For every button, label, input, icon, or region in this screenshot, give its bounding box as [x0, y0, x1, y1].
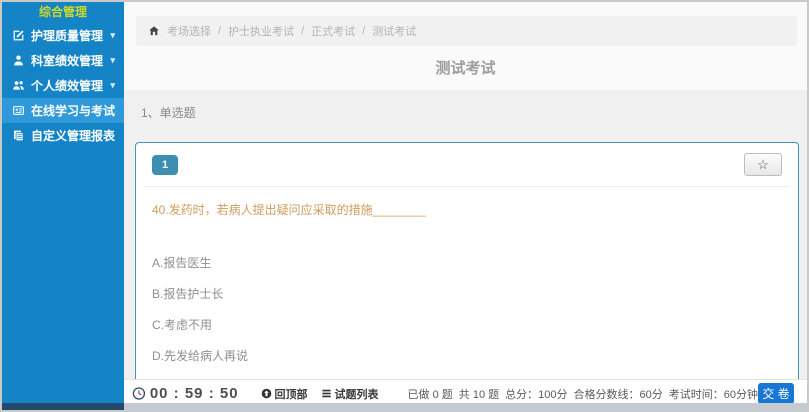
- report-icon: [12, 129, 25, 142]
- person-icon: [12, 54, 25, 67]
- sidebar-nav: 护理质量管理 ▾ 科室绩效管理 ▾ 个人绩效管理 ▾: [2, 23, 124, 148]
- breadcrumb-separator: /: [301, 25, 304, 37]
- question-list-button[interactable]: 试题列表: [321, 386, 379, 402]
- breadcrumb-item-test-exam[interactable]: 测试考试: [372, 23, 416, 39]
- submit-exam-button[interactable]: 交 卷: [758, 383, 794, 404]
- options-list: A.报告医生 B.报告护士长 C.考虑不用 D.先发给病人再说 E.重新核对，确…: [152, 254, 782, 395]
- sidebar-item-dept-performance[interactable]: 科室绩效管理 ▾: [2, 48, 124, 73]
- option-d[interactable]: D.先发给病人再说: [152, 347, 782, 364]
- back-to-top-button[interactable]: 回顶部: [261, 386, 308, 402]
- stat-answered: 已做 0 题: [408, 386, 453, 402]
- question-card-header: 1 ☆: [144, 143, 790, 187]
- page-header: 考场选择 / 护士执业考试 / 正式考试 / 测试考试 测试考试: [124, 2, 807, 90]
- exam-content: 1、单选题 1 ☆ 40.发药时，若病人提出疑问应采取的措施________ A…: [124, 90, 807, 403]
- breadcrumb-separator: /: [218, 25, 221, 37]
- option-a[interactable]: A.报告医生: [152, 254, 782, 271]
- star-icon: ☆: [757, 158, 769, 171]
- sidebar-item-custom-reports[interactable]: 自定义管理报表: [2, 123, 124, 148]
- clock-icon: [132, 385, 146, 402]
- bottom-strip-right: [124, 403, 807, 410]
- list-icon: [321, 388, 332, 399]
- exam-app-window: 综合管理 护理质量管理 ▾ 科室绩效管理 ▾ 个人绩效管理: [0, 0, 809, 412]
- bottom-strip-left: [2, 403, 124, 410]
- arrow-up-circle-icon: [261, 388, 272, 399]
- people-icon: [12, 79, 25, 92]
- sidebar-item-label: 自定义管理报表: [31, 127, 115, 144]
- favorite-button[interactable]: ☆: [744, 153, 782, 176]
- exam-timer: 00 : 59 : 50: [150, 385, 239, 402]
- home-icon[interactable]: [148, 25, 160, 37]
- stat-duration: 考试时间：60分钟: [669, 386, 758, 402]
- exam-stats: 已做 0 题 共 10 题 总分：100分 合格分数线：60分 考试时间：60分…: [408, 386, 758, 402]
- option-b[interactable]: B.报告护士长: [152, 285, 782, 302]
- sidebar: 综合管理 护理质量管理 ▾ 科室绩效管理 ▾ 个人绩效管理: [2, 2, 124, 410]
- sidebar-title: 综合管理: [2, 2, 124, 23]
- breadcrumb-item-formal-exam[interactable]: 正式考试: [311, 23, 355, 39]
- sidebar-item-label: 在线学习与考试: [31, 102, 115, 119]
- question-number-badge: 1: [152, 155, 178, 175]
- chevron-down-icon: ▾: [110, 55, 115, 66]
- chevron-down-icon: ▾: [110, 80, 115, 91]
- sidebar-item-nursing-quality[interactable]: 护理质量管理 ▾: [2, 23, 124, 48]
- page-title: 测试考试: [124, 57, 807, 78]
- breadcrumb: 考场选择 / 护士执业考试 / 正式考试 / 测试考试: [136, 16, 797, 46]
- chevron-down-icon: ▾: [110, 30, 115, 41]
- question-text: 40.发药时，若病人提出疑问应采取的措施________: [152, 201, 782, 218]
- breadcrumb-separator: /: [362, 25, 365, 37]
- breadcrumb-item-nurse-exam[interactable]: 护士执业考试: [228, 23, 294, 39]
- edit-icon: [12, 29, 25, 42]
- sidebar-item-label: 个人绩效管理: [31, 77, 103, 94]
- certificate-icon: [12, 104, 25, 117]
- question-card: 1 ☆ 40.发药时，若病人提出疑问应采取的措施________ A.报告医生 …: [135, 142, 799, 396]
- stat-total-score: 总分：100分: [505, 386, 567, 402]
- section-label: 1、单选题: [124, 90, 807, 121]
- breadcrumb-item-exam-room[interactable]: 考场选择: [167, 23, 211, 39]
- sidebar-item-online-learning-exam[interactable]: 在线学习与考试: [2, 98, 124, 123]
- sidebar-item-label: 科室绩效管理: [31, 52, 103, 69]
- stat-pass-line: 合格分数线：60分: [574, 386, 663, 402]
- sidebar-item-personal-performance[interactable]: 个人绩效管理 ▾: [2, 73, 124, 98]
- stat-total-questions: 共 10 题: [459, 386, 499, 402]
- option-c[interactable]: C.考虑不用: [152, 316, 782, 333]
- sidebar-item-label: 护理质量管理: [31, 27, 103, 44]
